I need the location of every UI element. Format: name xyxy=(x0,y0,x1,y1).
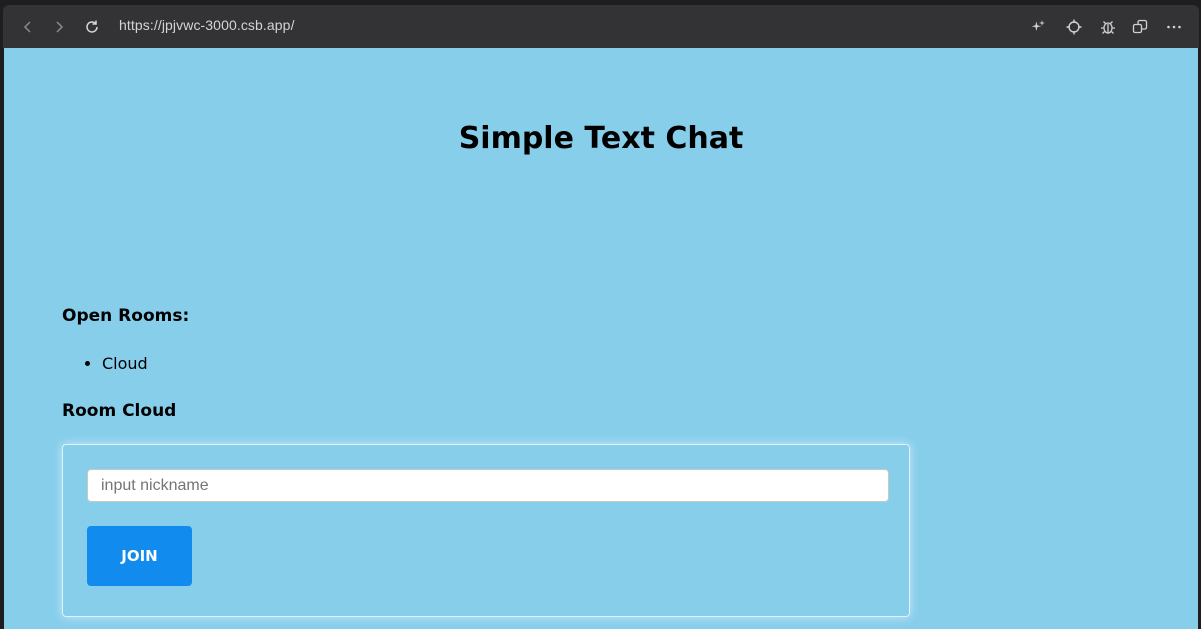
room-heading: Room Cloud xyxy=(62,401,177,421)
forward-arrow-icon[interactable] xyxy=(45,13,73,41)
open-rooms-heading: Open Rooms: xyxy=(62,306,190,326)
room-list-item[interactable]: Cloud xyxy=(102,353,148,375)
nickname-input[interactable] xyxy=(87,469,889,502)
back-arrow-icon[interactable] xyxy=(14,13,42,41)
browser-window: https://jpjvwc-3000.csb.app/ Simple Text… xyxy=(0,0,1201,629)
address-bar-url[interactable]: https://jpjvwc-3000.csb.app/ xyxy=(119,17,295,33)
crosshair-icon[interactable] xyxy=(1060,13,1088,41)
page-title: Simple Text Chat xyxy=(458,121,744,156)
bug-icon[interactable] xyxy=(1094,13,1122,41)
more-icon[interactable] xyxy=(1160,13,1188,41)
refresh-icon[interactable] xyxy=(78,13,106,41)
page-viewport: Simple Text Chat Open Rooms: Cloud Room … xyxy=(4,48,1198,629)
windows-icon[interactable] xyxy=(1126,13,1154,41)
sparkle-icon[interactable] xyxy=(1024,13,1052,41)
browser-toolbar: https://jpjvwc-3000.csb.app/ xyxy=(3,5,1199,48)
rooms-list: Cloud xyxy=(62,353,148,375)
join-button[interactable]: JOIN xyxy=(87,526,192,586)
join-form-card: JOIN xyxy=(62,444,910,617)
